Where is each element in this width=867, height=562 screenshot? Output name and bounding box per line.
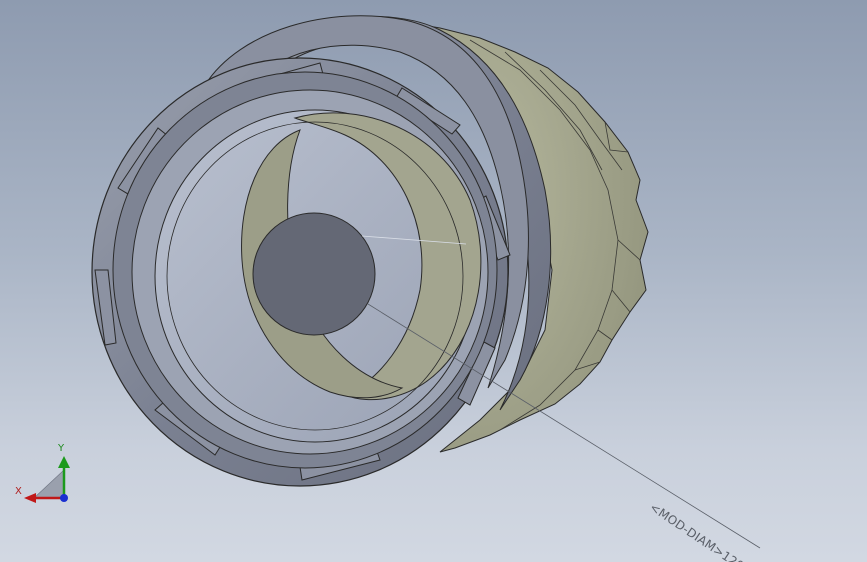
triad-y-label: Y — [58, 443, 65, 454]
triad-x-label: X — [15, 486, 22, 497]
center-hub — [252, 212, 376, 336]
cad-viewport[interactable]: <MOD-DIAM>120 X Y — [0, 0, 867, 562]
triad-x-arrow — [24, 493, 36, 503]
axis-triad — [24, 456, 70, 503]
triad-z-dot — [60, 494, 68, 502]
triad-plane — [33, 469, 65, 499]
triad-y-arrow — [58, 456, 70, 468]
3d-model-view[interactable] — [0, 0, 867, 562]
